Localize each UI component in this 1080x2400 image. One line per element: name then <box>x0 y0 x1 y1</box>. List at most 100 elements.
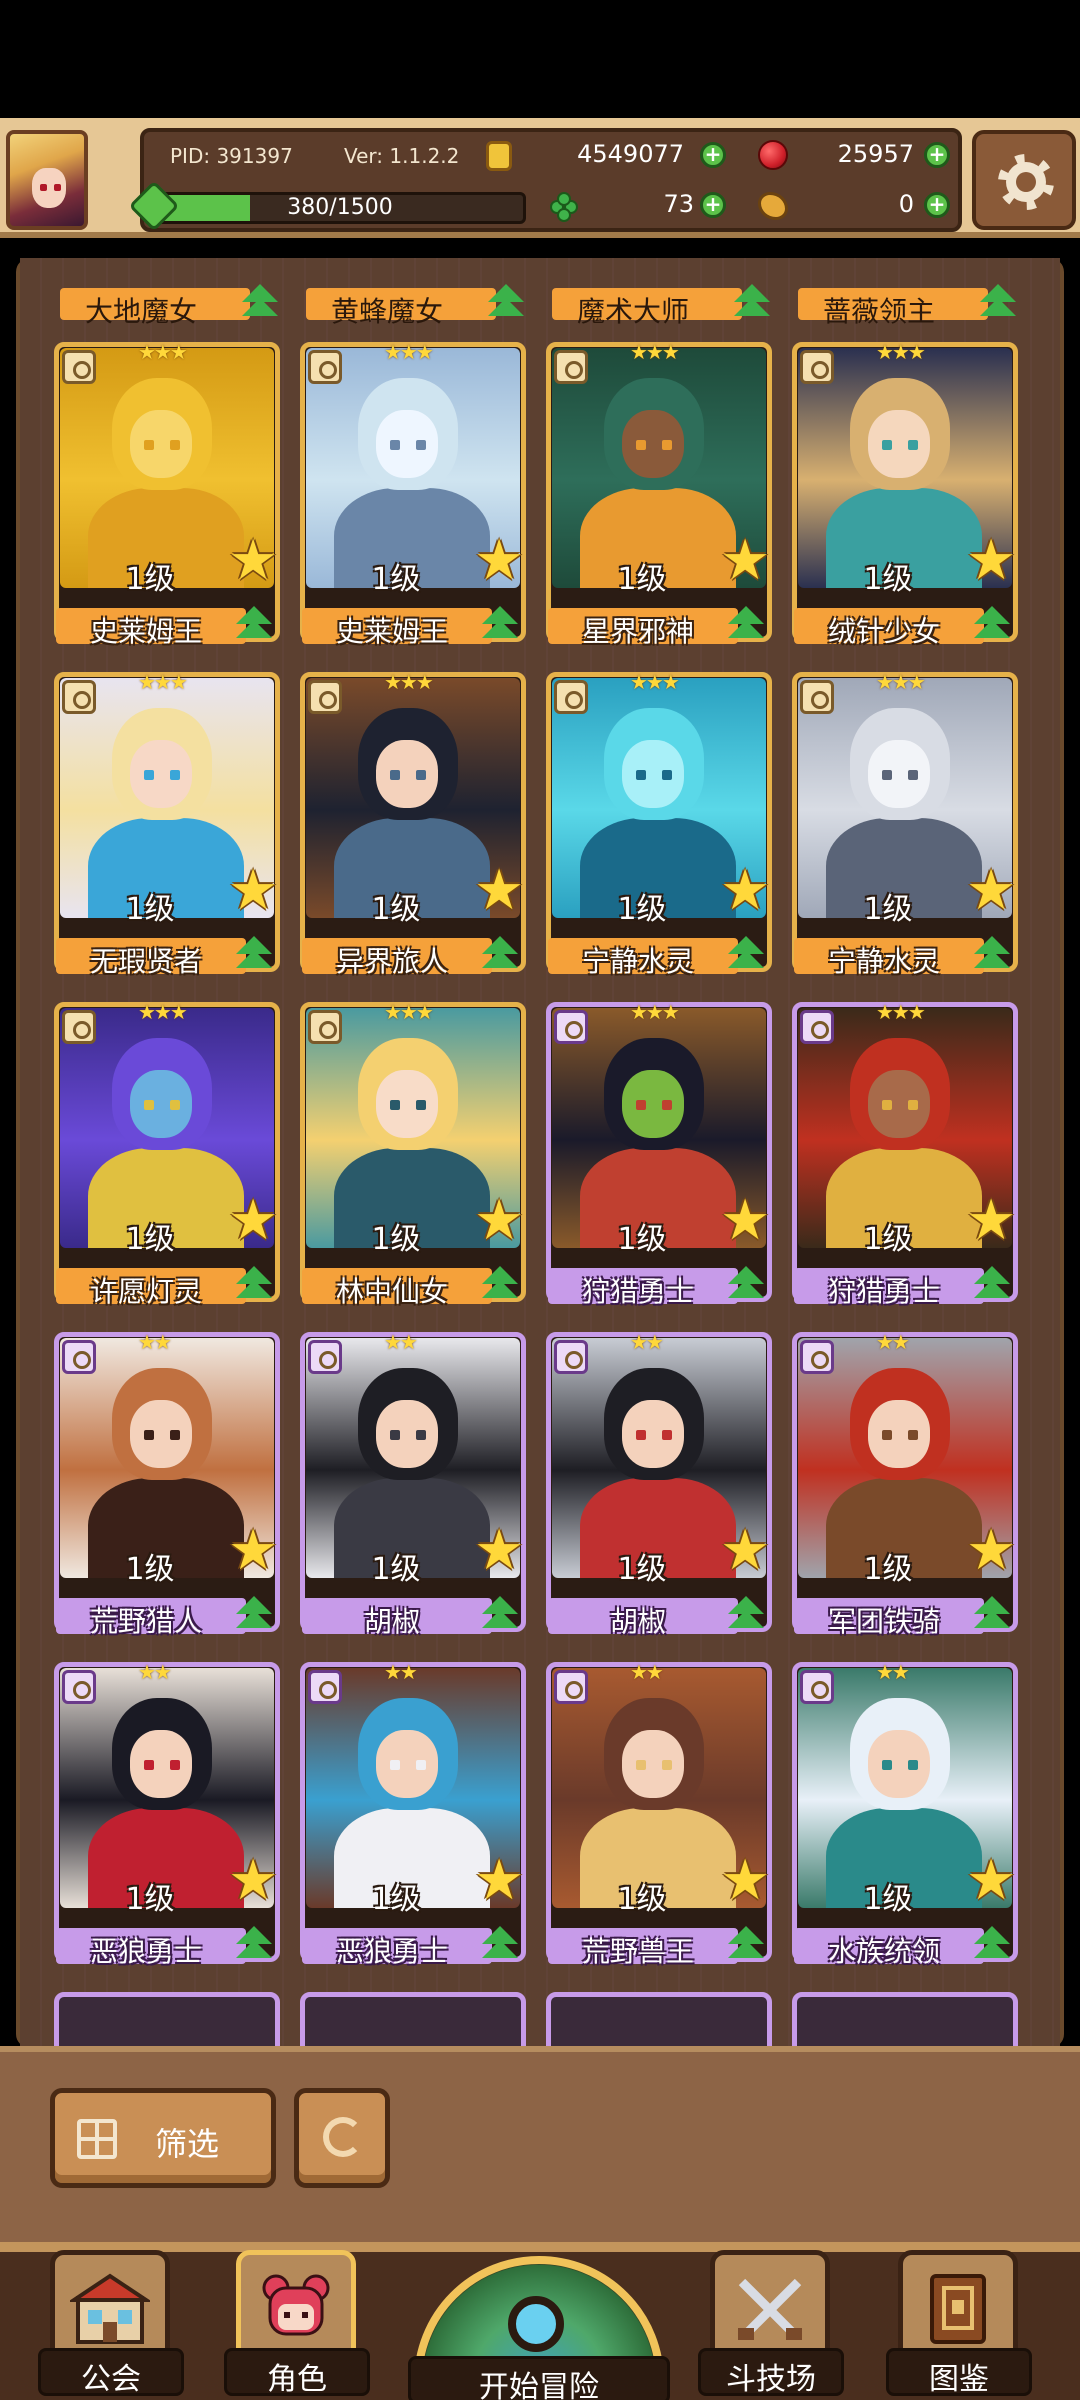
hero-level: 1级 <box>125 892 175 927</box>
hero-name: 异界旅人 <box>335 945 448 978</box>
hero-level: 1级 <box>125 1222 175 1257</box>
hero-card[interactable]: ★★★ 1级异界旅人 <box>266 670 526 980</box>
hero-card[interactable]: ★★★ 1级狩猎勇士 <box>758 1000 1018 1310</box>
rank-stars: ★★ <box>384 1660 418 1684</box>
character-grid[interactable]: 大地魔女黄蜂魔女魔术大师蔷薇领主 ★★★1级史莱姆王★★★1级史莱姆王★★★1级… <box>20 258 1060 2048</box>
hero-name: 大地魔女 <box>84 295 197 328</box>
rank-stars: ★★ <box>630 1660 664 1684</box>
hero-card[interactable]: ★★ 1级水族统领 <box>758 1660 1018 1970</box>
settings-button[interactable] <box>972 130 1076 230</box>
rank-stars: ★★★ <box>630 1000 680 1024</box>
nav-tab-codex[interactable]: 图鉴 <box>880 2242 1040 2400</box>
food-amount: 0 <box>898 190 914 218</box>
hero-label-partial: 黄蜂魔女 <box>272 272 524 328</box>
hero-card[interactable]: ★★★ 1级宁静水灵 <box>758 670 1018 980</box>
hero-label-partial: 魔术大师 <box>518 272 770 328</box>
hero-card[interactable]: ★★★ 1级星界邪神 <box>512 340 772 650</box>
hero-card[interactable]: ★★ 1级恶狼勇士 <box>266 1660 526 1970</box>
filter-label: 筛选 <box>155 2125 220 2163</box>
hero-card-partial[interactable] <box>54 1992 280 2048</box>
class-icon <box>308 1340 342 1374</box>
hero-level: 1级 <box>125 1882 175 1917</box>
nav-tab-arena[interactable]: 斗技场 <box>692 2242 852 2400</box>
top-header: PID: 391397 Ver: 1.1.2.2 4549077 + 25957… <box>0 118 1080 238</box>
hero-card[interactable]: ★★★ 1级绒针少女 <box>758 340 1018 650</box>
gold-coin-icon <box>486 141 512 171</box>
grid-controls: 筛选 <box>0 2046 1080 2242</box>
star-icon <box>966 1848 1016 1913</box>
hero-card-partial[interactable] <box>300 1992 526 2048</box>
hero-name: 恶狼勇士 <box>89 1935 202 1968</box>
rank-stars: ★★★ <box>876 340 926 364</box>
hero-name: 狩猎勇士 <box>581 1275 694 1308</box>
refresh-button[interactable] <box>294 2088 390 2188</box>
gear-icon <box>998 154 1054 210</box>
class-icon <box>800 350 834 384</box>
rank-stars: ★★★ <box>630 670 680 694</box>
class-icon <box>62 350 96 384</box>
hero-card[interactable]: ★★ 1级恶狼勇士 <box>20 1660 280 1970</box>
hero-level: 1级 <box>617 562 667 597</box>
crossed-swords-icon <box>738 2278 802 2340</box>
rank-stars: ★★★ <box>138 340 188 364</box>
hero-card[interactable]: ★★ 1级荒野猎人 <box>20 1330 280 1640</box>
hero-name: 许愿灯灵 <box>89 1275 202 1308</box>
star-icon <box>966 528 1016 593</box>
hero-card[interactable]: ★★★ 1级林中仙女 <box>266 1000 526 1310</box>
hero-card[interactable]: ★★★ 1级史莱姆王 <box>266 340 526 650</box>
hero-card[interactable]: ★★★ 1级史莱姆王 <box>20 340 280 650</box>
drumstick-icon <box>758 192 788 220</box>
player-avatar[interactable] <box>6 130 88 230</box>
hero-card[interactable]: ★★★ 1级狩猎勇士 <box>512 1000 772 1310</box>
experience-text: 380/1500 <box>287 195 393 220</box>
rank-stars: ★★ <box>630 1330 664 1354</box>
add-gem-button[interactable]: + <box>924 142 950 168</box>
hero-card[interactable]: ★★ 1级荒野兽王 <box>512 1660 772 1970</box>
hero-level: 1级 <box>371 892 421 927</box>
hero-name: 宁静水灵 <box>581 945 694 978</box>
game-version: Ver: 1.1.2.2 <box>344 144 460 168</box>
rank-stars: ★★★ <box>630 340 680 364</box>
hero-card[interactable]: ★★★ 1级无瑕贤者 <box>20 670 280 980</box>
hero-level: 1级 <box>863 1222 913 1257</box>
class-icon <box>554 1670 588 1704</box>
hero-card[interactable]: ★★★ 1级宁静水灵 <box>512 670 772 980</box>
gold-amount: 4549077 <box>577 140 684 168</box>
hero-card-partial[interactable] <box>546 1992 772 2048</box>
start-adventure-button[interactable]: 开始冒险 <box>408 2250 670 2400</box>
class-icon <box>308 350 342 384</box>
hero-level: 1级 <box>371 1552 421 1587</box>
hero-name: 军团铁骑 <box>827 1605 940 1638</box>
class-icon <box>800 1010 834 1044</box>
nav-tab-character[interactable]: 角色 <box>218 2242 378 2400</box>
clover-amount: 73 <box>663 190 694 218</box>
hero-card[interactable]: ★★ 1级胡椒 <box>512 1330 772 1640</box>
red-gem-icon <box>758 140 788 170</box>
hero-level: 1级 <box>863 1552 913 1587</box>
hero-level: 1级 <box>863 1882 913 1917</box>
player-id: PID: 391397 <box>170 144 293 168</box>
add-food-button[interactable]: + <box>924 192 950 218</box>
class-icon <box>62 680 96 714</box>
hero-card[interactable]: ★★ 1级胡椒 <box>266 1330 526 1640</box>
upgrade-arrow-icon <box>972 1926 1012 1966</box>
status-bar <box>0 0 1080 118</box>
hero-card-partial[interactable] <box>792 1992 1018 2048</box>
rank-stars: ★★ <box>876 1660 910 1684</box>
hero-name: 胡椒 <box>363 1605 420 1638</box>
rank-stars: ★★ <box>384 1330 418 1354</box>
hero-level: 1级 <box>617 892 667 927</box>
hero-level: 1级 <box>125 1552 175 1587</box>
star-icon <box>966 1188 1016 1253</box>
add-clover-button[interactable]: + <box>700 192 726 218</box>
hero-level: 1级 <box>371 1882 421 1917</box>
book-icon <box>930 2274 986 2344</box>
rank-stars: ★★★ <box>138 1000 188 1024</box>
rank-stars: ★★★ <box>384 340 434 364</box>
hero-level: 1级 <box>371 562 421 597</box>
filter-button[interactable]: 筛选 <box>50 2088 276 2188</box>
nav-tab-guild[interactable]: 公会 <box>32 2242 192 2400</box>
hero-card[interactable]: ★★★ 1级许愿灯灵 <box>20 1000 280 1310</box>
hero-card[interactable]: ★★ 1级军团铁骑 <box>758 1330 1018 1640</box>
add-gold-button[interactable]: + <box>700 142 726 168</box>
